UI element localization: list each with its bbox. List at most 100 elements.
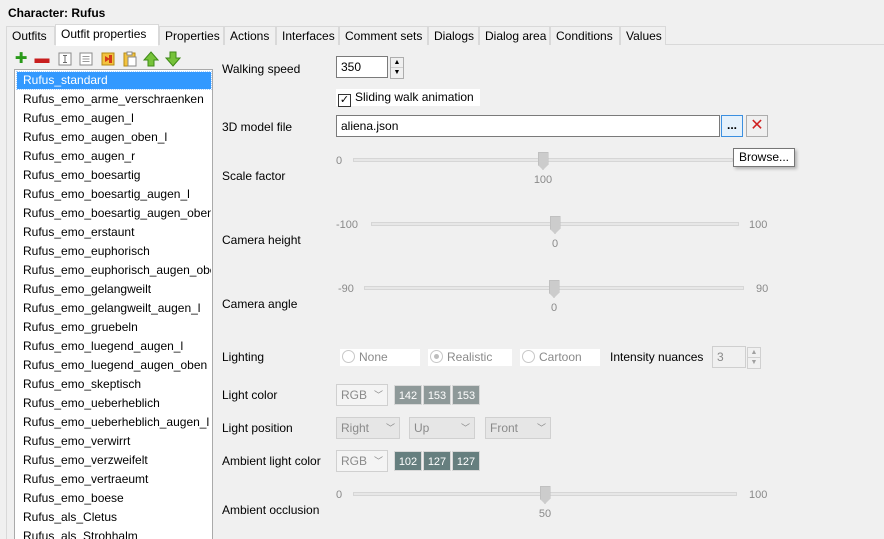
list-item[interactable]: Rufus_emo_arme_verschraenken [17, 91, 211, 108]
tab-dialog-area[interactable]: Dialog area [479, 26, 550, 46]
outfit-list[interactable]: Rufus_standard Rufus_emo_arme_verschraenk… [14, 69, 213, 539]
lighting-realistic-radio[interactable]: Realistic [428, 349, 512, 366]
tab-outfits[interactable]: Outfits [6, 26, 55, 46]
paste-icon[interactable] [122, 51, 138, 67]
chevron-down-icon: ﹀ [373, 456, 383, 466]
tab-interfaces[interactable]: Interfaces [276, 26, 339, 46]
list-item[interactable]: Rufus_standard [16, 71, 212, 90]
light-color-label: Light color [222, 388, 278, 402]
list-item[interactable]: Rufus_emo_augen_oben_l [17, 129, 211, 146]
ambient-light-color-label: Ambient light color [222, 454, 321, 468]
model-file-label: 3D model file [222, 120, 293, 134]
list-item[interactable]: Rufus_emo_boesartig_augen_l [17, 186, 211, 203]
tab-bar: Outfits Outfit properties Properties Act… [6, 24, 884, 46]
spin-down-icon[interactable]: ▼ [748, 358, 760, 368]
remove-model-button[interactable]: ✕ [746, 115, 768, 137]
radio-label: Realistic [447, 350, 493, 364]
list-item[interactable]: Rufus_emo_ueberheblich [17, 395, 211, 412]
scale-factor-slider[interactable]: 0 100 [336, 150, 736, 190]
radio-icon [342, 350, 355, 363]
slider-thumb[interactable] [549, 216, 561, 234]
tab-dialogs[interactable]: Dialogs [428, 26, 479, 46]
ambient-color-mode-select[interactable]: RGB ﹀ [336, 450, 388, 472]
select-value: Right [341, 421, 370, 435]
window-title: Character: Rufus [8, 6, 106, 20]
lighting-label: Lighting [222, 350, 265, 364]
list-item[interactable]: Rufus_emo_erstaunt [17, 224, 211, 241]
list-item[interactable]: Rufus_als_Strohhalm [17, 528, 211, 539]
list-item[interactable]: Rufus_emo_luegend_augen_l [17, 338, 211, 355]
list-item[interactable]: Rufus_emo_verwirrt [17, 433, 211, 450]
camera-height-min: -100 [336, 219, 359, 231]
list-item[interactable]: Rufus_emo_augen_l [17, 110, 211, 127]
intensity-nuances-input[interactable]: 3 [712, 346, 746, 368]
ambient-color-b[interactable]: 127 [452, 451, 480, 471]
copy-icon[interactable] [100, 51, 116, 67]
camera-angle-min: -90 [338, 283, 354, 295]
light-position-z-select[interactable]: Front ﹀ [485, 417, 551, 439]
slider-thumb[interactable] [537, 152, 549, 170]
walking-speed-stepper[interactable]: ▲ ▼ [390, 57, 404, 79]
light-color-g[interactable]: 153 [423, 385, 451, 405]
scale-factor-value: 100 [533, 174, 553, 186]
list-item[interactable]: Rufus_emo_luegend_augen_oben [17, 357, 211, 374]
list-item[interactable]: Rufus_emo_boesartig_augen_oben [17, 205, 211, 222]
tab-comment-sets[interactable]: Comment sets [339, 26, 428, 46]
list-item[interactable]: Rufus_emo_gelangweilt_augen_l [17, 300, 211, 317]
model-file-input[interactable]: aliena.json [336, 115, 720, 137]
list-item[interactable]: Rufus_emo_boese [17, 490, 211, 507]
tab-outfit-properties[interactable]: Outfit properties [55, 24, 159, 46]
select-value: Up [414, 421, 430, 435]
list-item[interactable]: Rufus_emo_boesartig [17, 167, 211, 184]
move-up-icon[interactable] [143, 51, 159, 67]
walking-speed-label: Walking speed [222, 62, 301, 76]
tab-actions[interactable]: Actions [224, 26, 276, 46]
remove-icon[interactable]: ▬ [34, 51, 50, 67]
lighting-none-radio[interactable]: None [340, 349, 420, 366]
light-color-mode-select[interactable]: RGB ﹀ [336, 384, 388, 406]
spin-down-icon[interactable]: ▼ [391, 68, 403, 78]
ambient-color-r[interactable]: 102 [394, 451, 422, 471]
slider-thumb[interactable] [539, 486, 551, 504]
list-item[interactable]: Rufus_emo_euphorisch_augen_ober [17, 262, 211, 279]
list-item[interactable]: Rufus_als_Cletus [17, 509, 211, 526]
camera-height-slider[interactable]: -100 100 0 [336, 213, 776, 253]
lighting-cartoon-radio[interactable]: Cartoon [520, 349, 600, 366]
slider-thumb[interactable] [548, 280, 560, 298]
light-position-y-select[interactable]: Up ﹀ [409, 417, 475, 439]
radio-icon [522, 350, 535, 363]
walking-speed-input[interactable]: 350 [336, 56, 388, 78]
light-position-x-select[interactable]: Right ﹀ [336, 417, 400, 439]
ambient-color-g[interactable]: 127 [423, 451, 451, 471]
sliding-walk-checkbox[interactable]: ✓ Sliding walk animation [336, 89, 480, 107]
tab-conditions[interactable]: Conditions [550, 26, 620, 46]
duplicate-icon[interactable] [78, 51, 94, 67]
select-value: RGB [341, 388, 368, 402]
list-item[interactable]: Rufus_emo_gelangweilt [17, 281, 211, 298]
camera-angle-slider[interactable]: -90 90 0 [336, 277, 776, 317]
list-item[interactable]: Rufus_emo_verzweifelt [17, 452, 211, 469]
spin-up-icon[interactable]: ▲ [391, 58, 403, 68]
list-item[interactable]: Rufus_emo_skeptisch [17, 376, 211, 393]
add-icon[interactable]: ✚ [13, 51, 29, 67]
list-item[interactable]: Rufus_emo_augen_r [17, 148, 211, 165]
intensity-nuances-stepper[interactable]: ▲ ▼ [747, 347, 761, 369]
spin-up-icon[interactable]: ▲ [748, 348, 760, 358]
move-down-icon[interactable] [165, 51, 181, 67]
rename-icon[interactable] [57, 51, 73, 67]
tab-values[interactable]: Values [620, 26, 666, 46]
scale-factor-label: Scale factor [222, 169, 286, 183]
ambient-occlusion-slider[interactable]: 0 100 50 [336, 483, 776, 523]
camera-angle-max: 90 [756, 283, 769, 295]
list-item[interactable]: Rufus_emo_gruebeln [17, 319, 211, 336]
browse-button[interactable]: ... [721, 115, 743, 137]
list-item[interactable]: Rufus_emo_euphorisch [17, 243, 211, 260]
checkbox-box[interactable]: ✓ [338, 94, 351, 107]
tab-properties[interactable]: Properties [159, 26, 224, 46]
light-color-r[interactable]: 142 [394, 385, 422, 405]
list-item[interactable]: Rufus_emo_ueberheblich_augen_l [17, 414, 211, 431]
close-icon: ✕ [750, 117, 764, 134]
light-color-b[interactable]: 153 [452, 385, 480, 405]
outfit-properties-panel: ✚ ▬ Rufus_standard Rufus_emo_arme_verschr… [6, 45, 882, 539]
list-item[interactable]: Rufus_emo_vertraeumt [17, 471, 211, 488]
